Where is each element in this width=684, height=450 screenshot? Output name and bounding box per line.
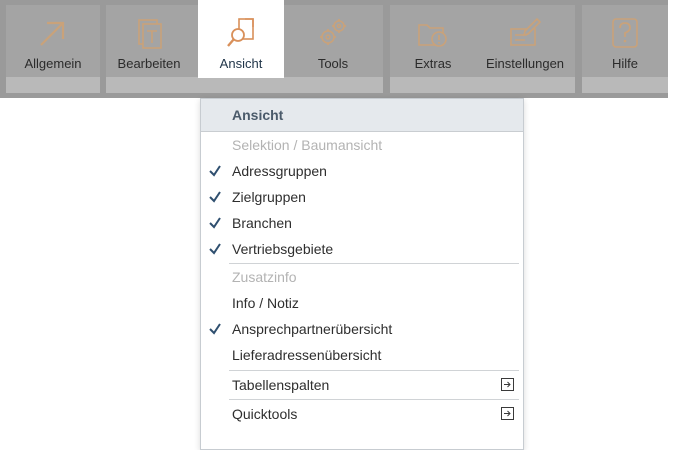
checkmark-icon: [209, 243, 221, 255]
menu-item-label: Vertriebsgebiete: [232, 241, 334, 257]
menu-item-info-notiz[interactable]: Info / Notiz: [201, 290, 523, 316]
menu-item-branchen[interactable]: Branchen: [201, 210, 523, 236]
checkmark-icon: [209, 191, 221, 203]
toolbar-button-allgemein[interactable]: Allgemein: [6, 5, 100, 78]
submenu-arrow-icon: [501, 407, 514, 420]
toolbar-label: Ansicht: [219, 56, 263, 71]
arrow-up-right-icon: [40, 21, 65, 46]
toolbar-label: Hilfe: [611, 56, 638, 71]
checkmark-icon: [209, 323, 221, 335]
menu-item-lieferadressenuebersicht[interactable]: Lieferadressenübersicht: [201, 342, 523, 368]
folder-info-icon: [418, 24, 447, 47]
menu-item-tabellenspalten[interactable]: Tabellenspalten: [201, 372, 523, 398]
menu-item-label: Ansprechpartnerübersicht: [232, 321, 393, 337]
menu-item-label: Adressgruppen: [232, 163, 327, 179]
gears-icon: [320, 19, 346, 45]
menu-separator: [229, 399, 519, 400]
menu-item-ansprechpartneruebersicht[interactable]: Ansprechpartnerübersicht: [201, 316, 523, 342]
checkmark-icon: [209, 165, 221, 177]
toolbar-label: Extras: [414, 56, 452, 71]
menu-item-label: Tabellenspalten: [232, 377, 330, 393]
menu-item-label: Zielgruppen: [232, 189, 306, 205]
menu-item-adressgruppen[interactable]: Adressgruppen: [201, 158, 523, 184]
menu-item-label: Quicktools: [232, 406, 298, 422]
question-icon: [612, 18, 638, 48]
toolbar-button-extras[interactable]: Extras: [390, 5, 476, 78]
section-header-selektion: Selektion / Baumansicht: [232, 137, 383, 153]
toolbar-label: Allgemein: [24, 56, 82, 71]
toolbar-button-tools[interactable]: Tools: [290, 5, 376, 78]
submenu-arrow-icon: [501, 378, 514, 391]
menu-title: Ansicht: [201, 99, 523, 132]
menu-item-label: Info / Notiz: [232, 295, 299, 311]
edit-pages-icon: [138, 19, 162, 49]
menu-separator: [229, 370, 519, 371]
toolbar-label: Einstellungen: [485, 56, 565, 71]
toolbar-button-bearbeiten[interactable]: Bearbeiten: [106, 5, 192, 78]
main-toolbar: Allgemein Bearbeiten Ansicht Tools Extra…: [0, 0, 668, 98]
toolbar-label: Tools: [317, 56, 349, 71]
toolbar-button-einstellungen[interactable]: Einstellungen: [480, 5, 570, 78]
menu-item-vertriebsgebiete[interactable]: Vertriebsgebiete: [201, 236, 523, 262]
section-header-zusatzinfo: Zusatzinfo: [232, 269, 297, 285]
menu-item-label: Lieferadressenübersicht: [232, 347, 382, 363]
view-search-icon: [227, 18, 254, 47]
toolbar-button-ansicht[interactable]: Ansicht: [198, 0, 284, 78]
view-dropdown-menu: Ansicht Selektion / Baumansicht Adressgr…: [200, 98, 524, 450]
toolbar-label: Bearbeiten: [117, 56, 181, 71]
settings-pen-icon: [510, 17, 542, 46]
menu-item-zielgruppen[interactable]: Zielgruppen: [201, 184, 523, 210]
menu-item-label: Branchen: [232, 215, 292, 231]
menu-item-quicktools[interactable]: Quicktools: [201, 401, 523, 427]
checkmark-icon: [209, 217, 221, 229]
toolbar-button-hilfe[interactable]: Hilfe: [582, 5, 668, 78]
